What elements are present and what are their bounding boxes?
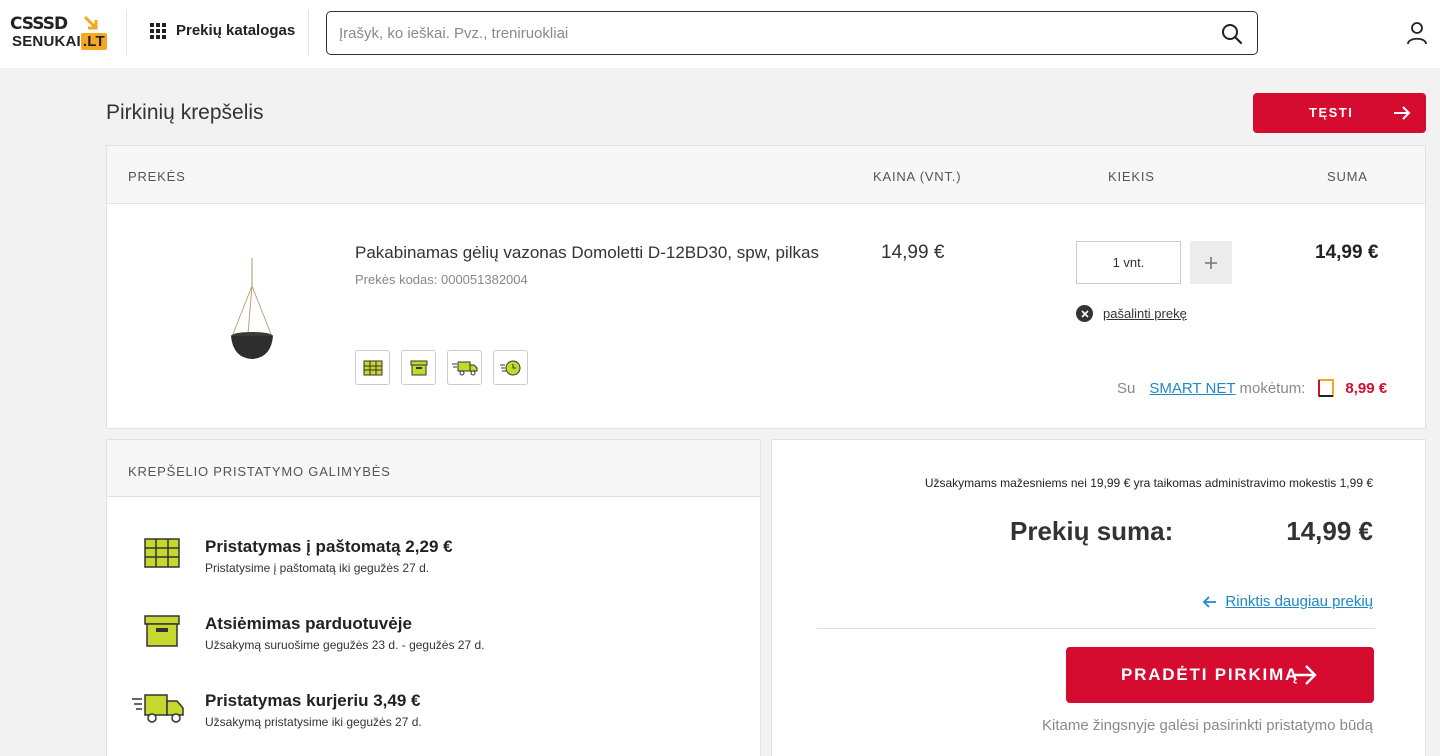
smart-net-logo-icon bbox=[1318, 379, 1335, 397]
store-box-icon bbox=[401, 350, 436, 385]
order-summary-panel: Užsakymams mažesniems nei 19,99 € yra ta… bbox=[771, 439, 1426, 756]
delivery-panel-header: KREPŠELIO PRISTATYMO GALIMYBĖS bbox=[107, 440, 760, 497]
cart-table: PREKĖS KAINA (vnt.) KIEKIS SUMA Pakabina… bbox=[106, 145, 1426, 429]
total-value: 14,99 € bbox=[1286, 516, 1373, 546]
delivery-option-title: Pristatymas į paštomatą 2,29 € bbox=[205, 537, 453, 556]
continue-shopping-link[interactable]: Rinktis daugiau prekių bbox=[1203, 593, 1373, 610]
checkout-button[interactable]: PRADĖTI PIRKIMĄ bbox=[1066, 647, 1374, 703]
product-name[interactable]: Pakabinamas gėlių vazonas Domoletti D-12… bbox=[355, 243, 819, 263]
catalog-button[interactable]: Prekių katalogas bbox=[150, 22, 295, 39]
continue-button[interactable]: TĘSTI bbox=[1253, 93, 1426, 133]
parcel-locker-icon bbox=[355, 350, 390, 385]
row-sum: 14,99 € bbox=[1315, 242, 1379, 263]
search-box bbox=[326, 11, 1258, 55]
header-divider bbox=[126, 10, 127, 56]
top-header: CSSSD SENUKAI .LT Prekių katalogas bbox=[0, 0, 1440, 68]
senukai-logo[interactable]: CSSSD SENUKAI .LT bbox=[10, 14, 107, 54]
logo-arrow-icon bbox=[83, 15, 98, 30]
smart-prefix: Su bbox=[1117, 379, 1136, 397]
grid-menu-icon bbox=[150, 22, 166, 39]
remove-item-button[interactable]: pašalinti prekę bbox=[1076, 305, 1187, 322]
checkout-button-label: PRADĖTI PIRKIMĄ bbox=[1121, 665, 1300, 684]
logo-text-top: CSSSD bbox=[10, 14, 68, 34]
smart-net-link[interactable]: SMART NET bbox=[1149, 380, 1235, 397]
store-box-icon bbox=[144, 615, 180, 647]
close-icon bbox=[1076, 305, 1093, 322]
product-code: Prekės kodas: 000051382004 bbox=[355, 272, 528, 287]
parcel-locker-icon bbox=[144, 538, 180, 568]
delivery-option-subtitle: Užsakymą suruošime gegužės 23 d. - geguž… bbox=[205, 638, 485, 652]
column-header-products: PREKĖS bbox=[128, 169, 186, 184]
smart-net-offer: Su SMART NET mokėtum: 8,99 € bbox=[1117, 379, 1387, 397]
delivery-option-subtitle: Pristatysime į paštomatą iki gegužės 27 … bbox=[205, 561, 430, 575]
courier-truck-icon bbox=[132, 694, 184, 723]
delivery-option-title: Pristatymas kurjeriu 3,49 € bbox=[205, 691, 421, 710]
search-input[interactable] bbox=[339, 22, 1199, 44]
user-account-icon[interactable] bbox=[1406, 21, 1428, 45]
continue-shopping-label: Rinktis daugiau prekių bbox=[1225, 593, 1373, 610]
cart-table-header: PREKĖS KAINA (vnt.) KIEKIS SUMA bbox=[107, 146, 1425, 204]
arrow-right-icon bbox=[1293, 665, 1317, 685]
courier-truck-icon bbox=[447, 350, 482, 385]
search-icon[interactable] bbox=[1221, 23, 1243, 45]
arrow-right-icon bbox=[1394, 106, 1411, 120]
column-header-quantity: KIEKIS bbox=[1108, 169, 1155, 184]
header-divider bbox=[308, 10, 309, 56]
logo-text-bottom: SENUKAI .LT bbox=[12, 33, 107, 50]
column-header-sum: SUMA bbox=[1327, 169, 1368, 184]
column-header-price: KAINA (vnt.) bbox=[873, 169, 962, 184]
summary-divider bbox=[817, 628, 1375, 629]
delivery-option-subtitle: Užsakymą pristatysime iki gegužės 27 d. bbox=[205, 715, 422, 729]
delivery-options-panel: KREPŠELIO PRISTATYMO GALIMYBĖS Pristatym… bbox=[106, 439, 761, 756]
continue-button-label: TĘSTI bbox=[1309, 105, 1354, 120]
page-title: Pirkinių krepšelis bbox=[106, 101, 264, 124]
catalog-label: Prekių katalogas bbox=[176, 22, 296, 39]
quantity-input[interactable]: 1 vnt. bbox=[1076, 241, 1181, 284]
quantity-increase-button[interactable] bbox=[1190, 241, 1232, 284]
delivery-option-title: Atsiėmimas parduotuvėje bbox=[205, 614, 412, 633]
next-step-note: Kitame žingsnyje galėsi pasirinkti prist… bbox=[1042, 717, 1373, 734]
unit-price: 14,99 € bbox=[881, 242, 945, 263]
remove-item-label: pašalinti prekę bbox=[1103, 306, 1187, 321]
smart-net-price: 8,99 € bbox=[1345, 379, 1388, 397]
total-label: Prekių suma: bbox=[1010, 516, 1174, 546]
delivery-method-icons bbox=[355, 350, 528, 385]
product-image[interactable] bbox=[227, 256, 277, 366]
admin-fee-note: Užsakymams mažesniems nei 19,99 € yra ta… bbox=[924, 476, 1373, 490]
express-clock-icon bbox=[493, 350, 528, 385]
arrow-left-icon bbox=[1203, 595, 1217, 608]
plus-icon bbox=[1205, 256, 1217, 269]
smart-suffix: mokėtum: bbox=[1239, 379, 1306, 397]
delivery-panel-title: KREPŠELIO PRISTATYMO GALIMYBĖS bbox=[128, 464, 391, 479]
